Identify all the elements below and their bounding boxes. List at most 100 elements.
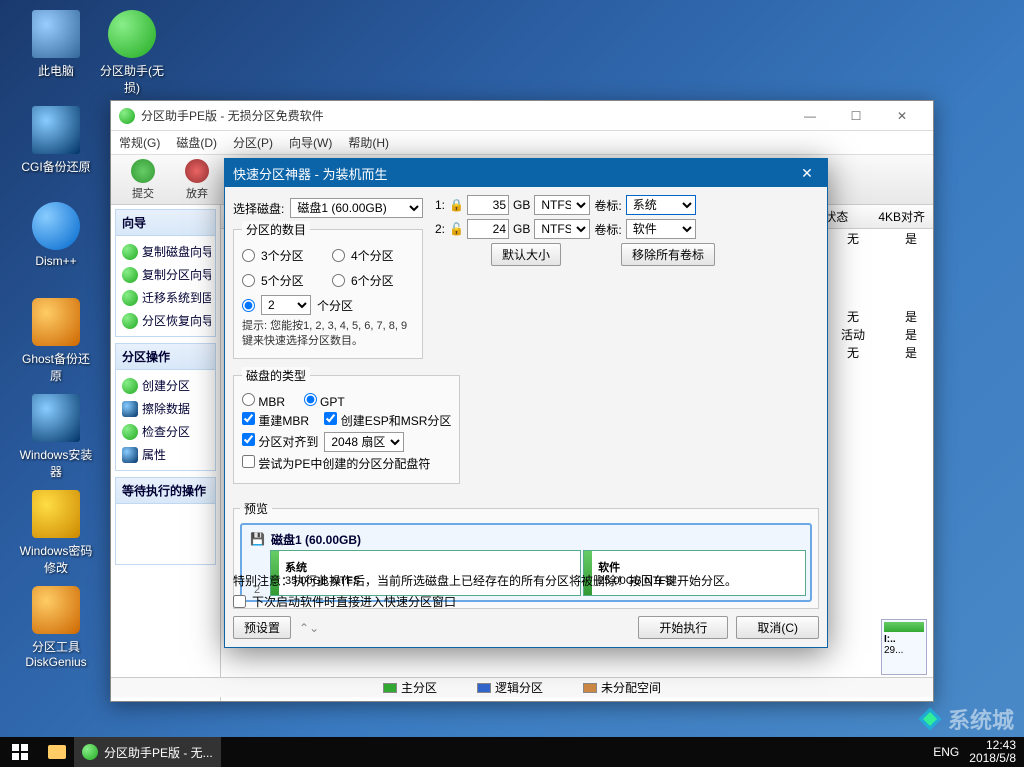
radio-4-partitions[interactable]: 4个分区 xyxy=(332,247,414,264)
partition-row-1: 1: 🔒 GB NTFS 卷标: 系统 xyxy=(431,195,819,215)
custom-count-select[interactable]: 2 xyxy=(261,295,311,315)
select-disk-label: 选择磁盘: xyxy=(233,200,284,217)
desktop-icon-partition-assistant[interactable]: 分区助手(无损) xyxy=(94,10,170,96)
check-create-esp[interactable]: 创建ESP和MSR分区 xyxy=(324,412,451,429)
menu-general[interactable]: 常规(G) xyxy=(119,134,160,151)
wizard-panel-title: 向导 xyxy=(116,210,215,236)
radio-gpt[interactable]: GPT xyxy=(304,393,345,409)
tool-discard[interactable]: 放弃 xyxy=(173,159,221,201)
chevron-icon[interactable]: ⌃⌄ xyxy=(299,621,319,635)
check-try-pe[interactable]: 尝试为PE中创建的分区分配盘符 xyxy=(242,455,430,472)
radio-custom-partitions[interactable]: 2 个分区 xyxy=(242,295,414,315)
wizard-icon xyxy=(122,290,138,306)
start-button[interactable]: 开始执行 xyxy=(638,616,728,639)
pending-panel: 等待执行的操作 xyxy=(115,477,216,565)
partition-count-fieldset: 分区的数目 3个分区 4个分区 5个分区 6个分区 2 个分区 提示: 您能按1… xyxy=(233,221,423,359)
radio-6-partitions[interactable]: 6个分区 xyxy=(332,272,414,289)
radio-3-partitions[interactable]: 3个分区 xyxy=(242,247,324,264)
menu-disk[interactable]: 磁盘(D) xyxy=(176,134,217,151)
wizard-icon xyxy=(122,267,138,283)
info-icon xyxy=(122,447,138,463)
quick-partition-dialog: 快速分区神器 - 为装机而生 ✕ 选择磁盘: 磁盘1 (60.00GB) 分区的… xyxy=(224,158,828,648)
watermark: 系统城 xyxy=(916,703,1014,735)
folder-icon xyxy=(48,745,66,759)
desktop-icon-win-installer[interactable]: Windows安装器 xyxy=(18,394,94,480)
partition-row-2: 2: 🔓 GB NTFS 卷标: 软件 xyxy=(431,219,819,239)
app-icon xyxy=(82,744,98,760)
dialog-titlebar[interactable]: 快速分区神器 - 为装机而生 ✕ xyxy=(225,159,827,187)
taskbar: 分区助手PE版 - 无... ENG 12:43 2018/5/8 xyxy=(0,737,1024,767)
wizard-icon xyxy=(122,244,138,260)
dialog-close-button[interactable]: ✕ xyxy=(795,165,819,182)
titlebar[interactable]: 分区助手PE版 - 无损分区免费软件 — ☐ ✕ xyxy=(111,101,933,131)
desktop-icon-dism[interactable]: Dism++ xyxy=(18,202,94,268)
radio-5-partitions[interactable]: 5个分区 xyxy=(242,272,324,289)
menubar: 常规(G) 磁盘(D) 分区(P) 向导(W) 帮助(H) xyxy=(111,131,933,155)
disk-type-fieldset: 磁盘的类型 MBR GPT 重建MBR 创建ESP和MSR分区 分区对齐到 20… xyxy=(233,367,460,484)
vol-select-2[interactable]: 软件 xyxy=(626,219,696,239)
tray-date[interactable]: 2018/5/8 xyxy=(969,752,1016,765)
wizard-migrate-os[interactable]: 迁移系统到固 xyxy=(120,286,211,309)
start-button[interactable] xyxy=(0,737,40,767)
desktop-icon-password[interactable]: Windows密码修改 xyxy=(18,490,94,576)
app-icon xyxy=(119,108,135,124)
task-file-explorer[interactable] xyxy=(40,737,74,767)
dialog-title: 快速分区神器 - 为装机而生 xyxy=(233,164,388,183)
op-create-partition[interactable]: 创建分区 xyxy=(120,374,211,397)
disk-icon: 💾 xyxy=(250,532,265,546)
lock-icon[interactable]: 🔒 xyxy=(449,198,463,212)
minimize-button[interactable]: — xyxy=(787,101,833,131)
menu-partition[interactable]: 分区(P) xyxy=(233,134,273,151)
check-icon xyxy=(122,424,138,440)
legend-unalloc: 未分配空间 xyxy=(583,679,661,696)
count-hint: 提示: 您能按1, 2, 3, 4, 5, 6, 7, 8, 9键来快速选择分区… xyxy=(242,319,414,350)
add-icon xyxy=(122,378,138,394)
op-wipe-data[interactable]: 擦除数据 xyxy=(120,397,211,420)
align-select[interactable]: 2048 扇区 xyxy=(324,432,404,452)
wizard-copy-partition[interactable]: 复制分区向导 xyxy=(120,263,211,286)
remove-labels-button[interactable]: 移除所有卷标 xyxy=(621,243,715,266)
vol-select-1[interactable]: 系统 xyxy=(626,195,696,215)
wizard-recover-partition[interactable]: 分区恢复向导 xyxy=(120,309,211,332)
unlock-icon[interactable]: 🔓 xyxy=(449,222,463,236)
ops-panel: 分区操作 创建分区 擦除数据 检查分区 属性 xyxy=(115,343,216,471)
select-disk-dropdown[interactable]: 磁盘1 (60.00GB) xyxy=(290,198,423,218)
disk-type-legend: 磁盘的类型 xyxy=(242,367,310,384)
check-icon xyxy=(131,159,155,183)
desktop-icon-this-pc[interactable]: 此电脑 xyxy=(18,10,94,79)
preview-disk-title: 磁盘1 (60.00GB) xyxy=(271,531,361,548)
wizard-panel: 向导 复制磁盘向导 复制分区向导 迁移系统到固 分区恢复向导 xyxy=(115,209,216,337)
close-button[interactable]: ✕ xyxy=(879,101,925,131)
tray-lang[interactable]: ENG xyxy=(933,745,959,759)
menu-wizard[interactable]: 向导(W) xyxy=(289,134,332,151)
wizard-copy-disk[interactable]: 复制磁盘向导 xyxy=(120,240,211,263)
window-title: 分区助手PE版 - 无损分区免费软件 xyxy=(141,107,787,124)
desktop-icon-ghost[interactable]: Ghost备份还原 xyxy=(18,298,94,384)
check-align-to[interactable]: 分区对齐到 xyxy=(242,433,318,450)
col-4kb-align[interactable]: 4KB对齐 xyxy=(878,208,925,225)
desktop-icon-diskgenius[interactable]: 分区工具DiskGenius xyxy=(18,586,94,669)
check-open-next-time[interactable]: 下次启动软件时直接进入快速分区窗口 xyxy=(233,593,819,610)
tool-commit[interactable]: 提交 xyxy=(119,159,167,201)
size-input-1[interactable] xyxy=(467,195,509,215)
op-properties[interactable]: 属性 xyxy=(120,443,211,466)
legend: 主分区 逻辑分区 未分配空间 xyxy=(111,677,933,697)
default-size-button[interactable]: 默认大小 xyxy=(491,243,561,266)
fs-select-2[interactable]: NTFS xyxy=(534,219,590,239)
check-rebuild-mbr[interactable]: 重建MBR xyxy=(242,412,309,429)
menu-help[interactable]: 帮助(H) xyxy=(348,134,389,151)
preset-button[interactable]: 预设置 xyxy=(233,616,291,639)
cancel-button[interactable]: 取消(C) xyxy=(736,616,819,639)
task-partition-assistant[interactable]: 分区助手PE版 - 无... xyxy=(74,737,221,767)
op-check-partition[interactable]: 检查分区 xyxy=(120,420,211,443)
count-legend: 分区的数目 xyxy=(242,221,310,238)
desktop-icon-cgi-backup[interactable]: CGI备份还原 xyxy=(18,106,94,175)
pending-panel-title: 等待执行的操作 xyxy=(116,478,215,504)
wizard-icon xyxy=(122,313,138,329)
radio-mbr[interactable]: MBR xyxy=(242,393,285,409)
fs-select-1[interactable]: NTFS xyxy=(534,195,590,215)
maximize-button[interactable]: ☐ xyxy=(833,101,879,131)
strip-partition-i[interactable]: I:.. 29... xyxy=(881,619,927,675)
x-icon xyxy=(185,159,209,183)
size-input-2[interactable] xyxy=(467,219,509,239)
